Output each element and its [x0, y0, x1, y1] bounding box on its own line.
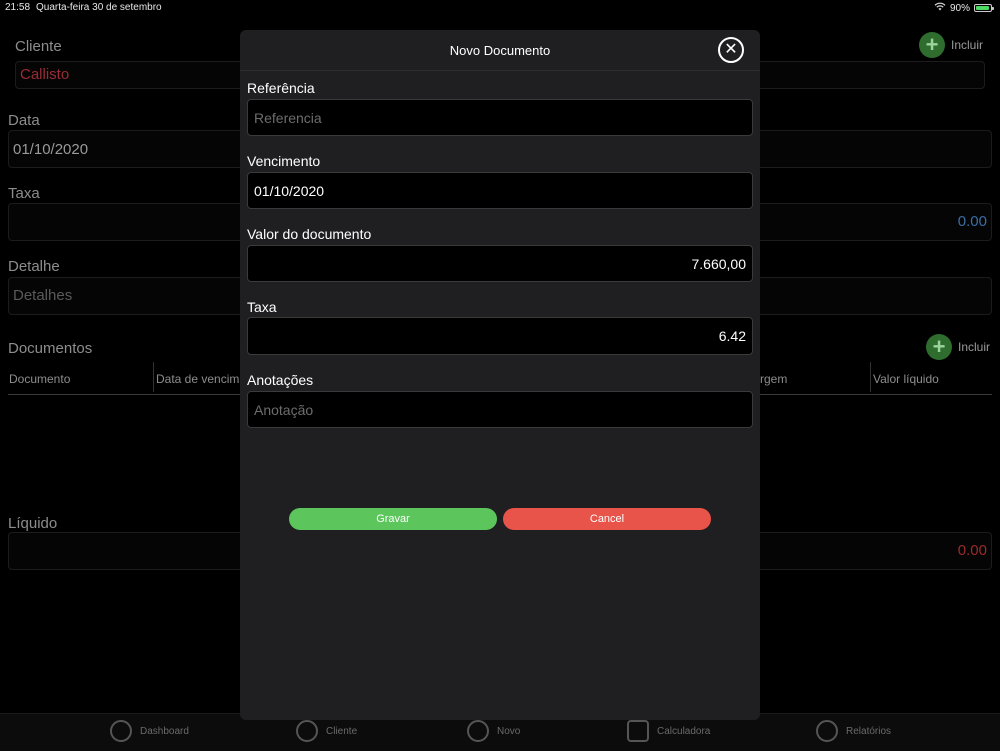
documentos-label: Documentos [8, 340, 93, 357]
column-divider [870, 362, 871, 392]
detalhe-placeholder: Detalhes [13, 287, 73, 304]
tab-cliente[interactable]: Cliente [296, 720, 357, 742]
status-date: Quarta-feira 30 de setembro [36, 2, 162, 13]
vencimento-label: Vencimento [247, 153, 321, 169]
taxa-value: 0.00 [957, 213, 987, 230]
tab-relatorios[interactable]: Relatórios [816, 720, 891, 742]
taxa-modal-label: Taxa [247, 299, 277, 315]
vencimento-input[interactable]: 01/10/2020 [247, 172, 753, 209]
liquido-value: 0.00 [957, 542, 987, 559]
liquido-label: Líquido [8, 515, 58, 532]
referencia-input[interactable]: Referencia [247, 99, 753, 136]
anotacoes-input[interactable]: Anotação [247, 391, 753, 428]
valor-documento-value: 7.660,00 [691, 255, 747, 272]
battery-icon [974, 4, 994, 12]
column-header-documento[interactable]: Documento [9, 372, 70, 386]
plus-icon: + [919, 32, 945, 58]
incluir-label: Incluir [958, 340, 991, 354]
tab-calculadora[interactable]: Calculadora [627, 720, 710, 742]
detalhe-label: Detalhe [8, 258, 60, 275]
cliente-label: Cliente [15, 38, 62, 55]
column-divider [153, 362, 154, 392]
referencia-label: Referência [247, 80, 315, 96]
status-indicators: 90% [934, 2, 994, 14]
data-value: 01/10/2020 [13, 141, 89, 158]
tab-dashboard[interactable]: Dashboard [110, 720, 189, 742]
tab-label: Novo [497, 725, 521, 737]
incluir-label: Incluir [951, 38, 984, 52]
column-header-margem[interactable]: rgem [760, 372, 787, 386]
gravar-button[interactable]: Gravar [289, 508, 497, 530]
status-time: 21:58 [5, 2, 31, 13]
report-icon [816, 720, 838, 742]
dashboard-icon [110, 720, 132, 742]
plus-icon: + [926, 334, 952, 360]
tab-label: Relatórios [846, 725, 892, 737]
battery-percent: 90% [949, 2, 970, 14]
gravar-label: Gravar [376, 513, 410, 525]
data-label: Data [8, 112, 40, 129]
column-header-valor-liquido[interactable]: Valor líquido [873, 372, 939, 386]
cancel-button[interactable]: Cancel [503, 508, 711, 530]
cliente-incluir-button[interactable]: + Incluir [919, 32, 983, 58]
column-header-data-vencimento[interactable]: Data de vencim [156, 372, 239, 386]
tab-label: Calculadora [657, 725, 711, 737]
wifi-icon [934, 2, 946, 14]
cancel-label: Cancel [589, 513, 625, 525]
pencil-icon [467, 720, 489, 742]
taxa-modal-value: 6.42 [718, 328, 746, 344]
cliente-value: Callisto [20, 66, 70, 83]
taxa-label: Taxa [8, 185, 40, 202]
tab-novo[interactable]: Novo [467, 720, 520, 742]
user-icon [296, 720, 318, 742]
modal-title: Novo Documento [449, 43, 551, 58]
referencia-placeholder: Referencia [254, 109, 322, 126]
anotacoes-placeholder: Anotação [254, 401, 314, 418]
valor-documento-label: Valor do documento [247, 226, 372, 242]
tab-label: Cliente [326, 725, 358, 737]
taxa-input[interactable]: 6.42 [247, 317, 753, 355]
modal-header: Novo Documento ✕ [240, 30, 760, 71]
valor-documento-input[interactable]: 7.660,00 [247, 245, 753, 282]
close-icon[interactable]: ✕ [718, 37, 744, 63]
novo-documento-modal: Novo Documento ✕ Referência Referencia V… [240, 30, 760, 720]
calculator-icon [627, 720, 649, 742]
documentos-incluir-button[interactable]: + Incluir [926, 334, 990, 360]
tab-label: Dashboard [140, 725, 189, 737]
vencimento-value: 01/10/2020 [254, 182, 325, 199]
anotacoes-label: Anotações [247, 372, 314, 388]
